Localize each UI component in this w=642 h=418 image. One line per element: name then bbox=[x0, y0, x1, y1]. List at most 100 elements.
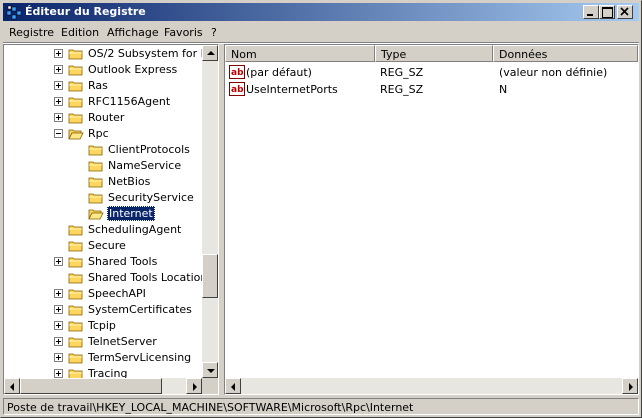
tree-item[interactable]: RFC1156Agent bbox=[4, 94, 202, 110]
expand-plus-icon[interactable] bbox=[54, 353, 63, 362]
expand-plus-icon[interactable] bbox=[54, 113, 63, 122]
value-name: UseInternetPorts bbox=[246, 83, 338, 96]
tree-item[interactable]: Outlook Express bbox=[4, 62, 202, 78]
tree-item-label: TermServLicensing bbox=[88, 351, 192, 364]
tree-item-label: Rpc bbox=[88, 127, 109, 140]
tree-item-label: RFC1156Agent bbox=[88, 95, 171, 108]
tree-item-label: Ras bbox=[88, 79, 108, 92]
value-row[interactable]: ab UseInternetPorts REG_SZ N bbox=[225, 81, 638, 98]
tree-item[interactable]: OS/2 Subsystem for NT bbox=[4, 46, 202, 62]
tree-item[interactable]: SecurityService bbox=[4, 190, 202, 206]
close-button[interactable] bbox=[617, 5, 633, 19]
tree-item[interactable]: TermServLicensing bbox=[4, 350, 202, 366]
tree-item-label: Secure bbox=[88, 239, 126, 252]
list-horizontal-scrollbar-track[interactable] bbox=[241, 378, 622, 394]
svg-text:ab: ab bbox=[231, 68, 244, 78]
folder-icon bbox=[68, 273, 83, 284]
folder-icon bbox=[68, 337, 83, 348]
menu-help[interactable]: ? bbox=[211, 26, 217, 39]
tree-item[interactable]: Tracing bbox=[4, 366, 202, 378]
column-header-data[interactable]: Données bbox=[493, 45, 638, 62]
tree-item[interactable]: ClientProtocols bbox=[4, 142, 202, 158]
tree-scroll-up-button[interactable] bbox=[202, 45, 218, 61]
string-value-icon: ab bbox=[229, 82, 245, 96]
tree-item-label: NameService bbox=[108, 159, 182, 172]
window-title: Éditeur du Registre bbox=[25, 5, 146, 18]
folder-icon bbox=[68, 289, 83, 300]
key-tree: OS/2 Subsystem for NT Outlook Express Ras R… bbox=[4, 45, 202, 378]
expand-plus-icon[interactable] bbox=[54, 305, 63, 314]
key-tree-pane[interactable]: OS/2 Subsystem for NT Outlook Express Ras R… bbox=[3, 44, 219, 395]
folder-icon bbox=[68, 97, 83, 108]
tree-scroll-right-button[interactable] bbox=[186, 378, 202, 394]
expand-plus-icon[interactable] bbox=[54, 81, 63, 90]
tree-item[interactable]: Shared Tools bbox=[4, 254, 202, 270]
column-header-data-label: Données bbox=[499, 48, 548, 61]
folder-icon bbox=[68, 257, 83, 268]
column-header-name-label: Nom bbox=[231, 48, 257, 61]
tree-item[interactable]: NetBios bbox=[4, 174, 202, 190]
tree-scroll-thumb[interactable] bbox=[202, 254, 218, 298]
menu-edition[interactable]: Edition bbox=[61, 26, 99, 39]
menu-registre[interactable]: Registre bbox=[9, 26, 54, 39]
tree-vertical-scrollbar[interactable] bbox=[202, 45, 218, 378]
collapse-minus-icon[interactable] bbox=[54, 129, 63, 138]
expand-plus-icon[interactable] bbox=[54, 337, 63, 346]
list-scroll-right-button[interactable] bbox=[622, 378, 638, 394]
value-row[interactable]: ab (par défaut) REG_SZ (valeur non défin… bbox=[225, 64, 638, 81]
tree-item[interactable]: SpeechAPI bbox=[4, 286, 202, 302]
tree-item[interactable]: Rpc bbox=[4, 126, 202, 142]
values-list-pane[interactable]: Nom Type Données ab (par défaut) REG_SZ … bbox=[224, 44, 639, 395]
expand-plus-icon[interactable] bbox=[54, 49, 63, 58]
expand-plus-icon[interactable] bbox=[54, 97, 63, 106]
column-header-type[interactable]: Type bbox=[375, 45, 493, 62]
svg-text:ab: ab bbox=[231, 85, 244, 95]
tree-item-label: SystemCertificates bbox=[88, 303, 192, 316]
folder-icon bbox=[68, 225, 83, 236]
tree-item[interactable]: SchedulingAgent bbox=[4, 222, 202, 238]
minimize-button[interactable] bbox=[583, 5, 599, 19]
tree-scroll-left-button[interactable] bbox=[4, 378, 20, 394]
menu-affichage[interactable]: Affichage bbox=[107, 26, 159, 39]
folder-icon bbox=[68, 369, 83, 378]
expand-plus-icon[interactable] bbox=[54, 289, 63, 298]
folder-icon bbox=[68, 65, 83, 76]
tree-hscroll-thumb[interactable] bbox=[20, 378, 162, 394]
tree-item-label: SchedulingAgent bbox=[88, 223, 182, 236]
tree-item[interactable]: Secure bbox=[4, 238, 202, 254]
expand-plus-icon[interactable] bbox=[54, 257, 63, 266]
column-header-name[interactable]: Nom bbox=[225, 45, 375, 62]
tree-scroll-down-button[interactable] bbox=[202, 362, 218, 378]
tree-item[interactable]: Router bbox=[4, 110, 202, 126]
tree-item[interactable]: Ras bbox=[4, 78, 202, 94]
expand-plus-icon[interactable] bbox=[54, 65, 63, 74]
regedit-window: Éditeur du Registre Registre Edition Aff… bbox=[0, 0, 642, 418]
regedit-app-icon bbox=[6, 5, 22, 20]
tree-item[interactable]: Shared Tools Location bbox=[4, 270, 202, 286]
maximize-button[interactable] bbox=[599, 5, 615, 19]
arrow-up-icon bbox=[207, 51, 215, 55]
title-bar[interactable]: Éditeur du Registre bbox=[3, 3, 639, 21]
value-name: (par défaut) bbox=[246, 66, 312, 79]
status-bar: Poste de travail\HKEY_LOCAL_MACHINE\SOFT… bbox=[3, 398, 639, 415]
list-scroll-left-button[interactable] bbox=[225, 378, 241, 394]
tree-item[interactable]: TelnetServer bbox=[4, 334, 202, 350]
scroll-corner bbox=[202, 378, 218, 394]
maximize-icon bbox=[602, 7, 613, 18]
column-header-type-label: Type bbox=[381, 48, 407, 61]
tree-item[interactable]: Internet bbox=[4, 206, 202, 222]
tree-item[interactable]: NameService bbox=[4, 158, 202, 174]
arrow-down-icon bbox=[207, 369, 215, 373]
menu-favoris[interactable]: Favoris bbox=[164, 26, 203, 39]
tree-item[interactable]: SystemCertificates bbox=[4, 302, 202, 318]
folder-icon bbox=[88, 177, 103, 188]
close-icon bbox=[620, 7, 629, 16]
tree-horizontal-scrollbar[interactable] bbox=[4, 378, 202, 394]
expand-plus-icon[interactable] bbox=[54, 369, 63, 378]
tree-item-label: Tracing bbox=[88, 367, 128, 378]
tree-item-label: OS/2 Subsystem for NT bbox=[88, 47, 202, 60]
status-path: Poste de travail\HKEY_LOCAL_MACHINE\SOFT… bbox=[7, 401, 414, 414]
tree-item-label: ClientProtocols bbox=[108, 143, 190, 156]
expand-plus-icon[interactable] bbox=[54, 321, 63, 330]
tree-item[interactable]: Tcpip bbox=[4, 318, 202, 334]
